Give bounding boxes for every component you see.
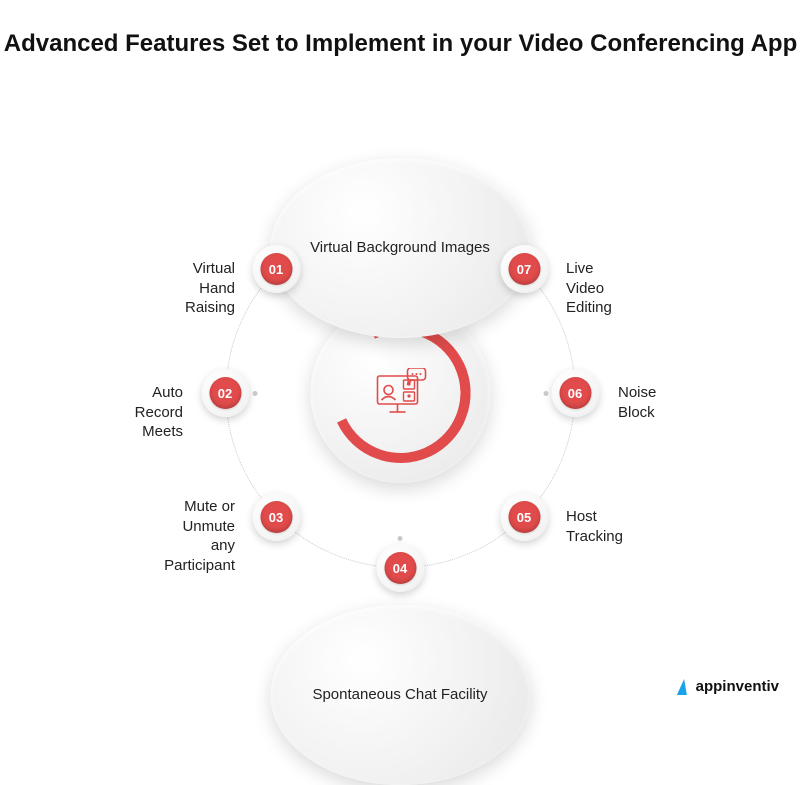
video-conference-icon xyxy=(370,368,430,418)
feature-label: Virtual Hand Raising xyxy=(185,259,235,318)
page-title: Advanced Features Set to Implement in yo… xyxy=(0,28,801,60)
feature-label: Live Video Editing xyxy=(566,259,612,318)
feature-number: 07 xyxy=(508,253,540,285)
feature-number: 06 xyxy=(559,377,591,409)
feature-number: 02 xyxy=(209,377,241,409)
feature-wheel-diagram: 08 Virtual Background Images 07 Live Vid… xyxy=(400,393,401,394)
feature-node-05: 05 xyxy=(500,493,548,541)
feature-label: Auto Record Meets xyxy=(135,383,183,442)
feature-node-02: 02 xyxy=(201,369,249,417)
feature-node-01: 01 xyxy=(252,245,300,293)
feature-number: 04 xyxy=(384,552,416,584)
brand-logo-icon xyxy=(676,679,692,695)
feature-label: Virtual Background Images xyxy=(270,158,530,338)
feature-number: 05 xyxy=(508,501,540,533)
feature-label: Mute or Unmute any Participant xyxy=(164,497,235,575)
feature-node-06: 06 xyxy=(551,369,599,417)
feature-label: Spontaneous Chat Facility xyxy=(270,605,530,785)
brand-logo: appinventiv xyxy=(676,678,779,695)
feature-number: 01 xyxy=(260,253,292,285)
feature-node-04: 04 xyxy=(376,544,424,592)
feature-node-07: 07 xyxy=(500,245,548,293)
feature-node-03: 03 xyxy=(252,493,300,541)
feature-label: Noise Block xyxy=(618,383,656,422)
feature-label: Host Tracking xyxy=(566,507,623,546)
brand-name: appinventiv xyxy=(696,678,779,695)
feature-number: 03 xyxy=(260,501,292,533)
